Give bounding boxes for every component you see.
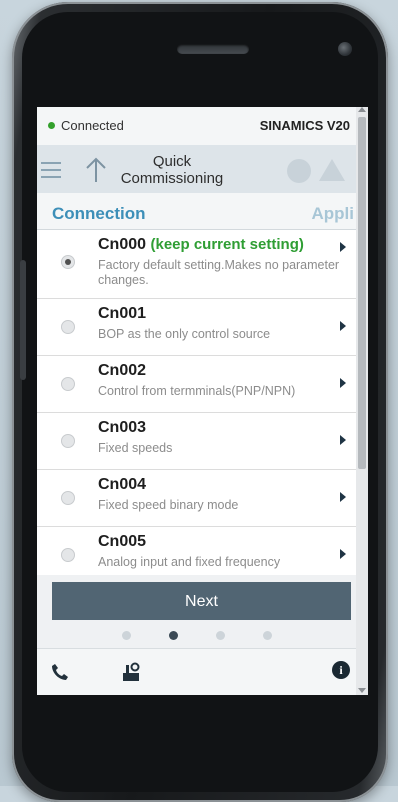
- chevron-right-icon[interactable]: [340, 435, 346, 445]
- connection-status-text: Connected: [61, 118, 124, 133]
- page-dot[interactable]: [121, 631, 131, 640]
- option-code: Cn003: [98, 419, 147, 436]
- tab-connection[interactable]: Connection: [52, 204, 146, 224]
- radio-button[interactable]: [61, 548, 75, 562]
- option-description: Analog input and fixed frequency: [98, 555, 281, 569]
- settings-icon[interactable]: [121, 661, 141, 683]
- list-item[interactable]: Cn001 BOP as the only control source: [37, 299, 356, 356]
- chevron-right-icon[interactable]: [340, 242, 346, 252]
- radio-button[interactable]: [61, 255, 75, 269]
- scrollbar-thumb[interactable]: [358, 117, 366, 469]
- chevron-right-icon[interactable]: [340, 378, 346, 388]
- chevron-right-icon[interactable]: [340, 492, 346, 502]
- list-item[interactable]: Cn005 Analog input and fixed frequency: [37, 527, 356, 575]
- stop-icon[interactable]: [287, 159, 311, 183]
- option-code: Cn004: [98, 476, 147, 493]
- page-title: Quick Commissioning: [120, 153, 224, 187]
- chevron-right-icon[interactable]: [340, 549, 346, 559]
- chevron-right-icon[interactable]: [340, 321, 346, 331]
- option-code: Cn001: [98, 305, 147, 322]
- connection-status-icon: [48, 122, 55, 129]
- page-indicator: [37, 627, 356, 641]
- device-name: SINAMICS V20: [259, 118, 350, 133]
- radio-button[interactable]: [61, 491, 75, 505]
- scrollbar[interactable]: [356, 107, 368, 695]
- app-screen: Connected SINAMICS V20 Quick Commissioni…: [37, 107, 368, 695]
- footer: Next i: [37, 575, 356, 695]
- radio-button[interactable]: [61, 320, 75, 334]
- option-note: (keep current setting): [150, 236, 304, 253]
- phone-icon[interactable]: [51, 663, 69, 681]
- scroll-up-icon[interactable]: [358, 107, 366, 112]
- list-item[interactable]: Cn003 Fixed speeds: [37, 413, 356, 470]
- next-button[interactable]: Next: [52, 582, 351, 620]
- list-item[interactable]: Cn000 (keep current setting) Factory def…: [37, 230, 356, 299]
- option-description: Fixed speeds: [98, 441, 173, 455]
- option-description: Fixed speed binary mode: [98, 498, 239, 512]
- option-description: Factory default setting.Makes no paramet…: [98, 258, 340, 287]
- info-icon[interactable]: i: [332, 661, 350, 679]
- option-code: Cn005: [98, 533, 147, 550]
- up-arrow-icon[interactable]: [85, 157, 107, 183]
- option-description: Control from termminals(PNP/NPN): [98, 384, 296, 398]
- radio-selected-dot: [65, 259, 71, 265]
- toolbar: Quick Commissioning: [37, 145, 356, 193]
- menu-icon[interactable]: [41, 162, 61, 178]
- scroll-down-icon[interactable]: [358, 688, 366, 693]
- wizard-tabs: Connection Appli: [37, 193, 356, 230]
- page-dot[interactable]: [262, 631, 272, 640]
- option-code: Cn002: [98, 362, 147, 379]
- status-bar: Connected SINAMICS V20: [37, 107, 356, 145]
- bottom-bar: i: [37, 648, 356, 695]
- page-dot[interactable]: [215, 631, 225, 640]
- option-description: BOP as the only control source: [98, 327, 271, 341]
- list-item[interactable]: Cn002 Control from termminals(PNP/NPN): [37, 356, 356, 413]
- page-dot-active[interactable]: [168, 631, 178, 640]
- list-item[interactable]: Cn004 Fixed speed binary mode: [37, 470, 356, 527]
- speaker-grille: [177, 44, 249, 54]
- tab-application[interactable]: Appli: [312, 204, 355, 224]
- radio-button[interactable]: [61, 377, 75, 391]
- warning-icon[interactable]: [319, 159, 345, 181]
- camera-icon: [338, 42, 352, 56]
- connection-option-list: Cn000 (keep current setting) Factory def…: [37, 230, 356, 575]
- option-code: Cn000 (keep current setting): [98, 236, 304, 253]
- side-button: [20, 260, 26, 380]
- radio-button[interactable]: [61, 434, 75, 448]
